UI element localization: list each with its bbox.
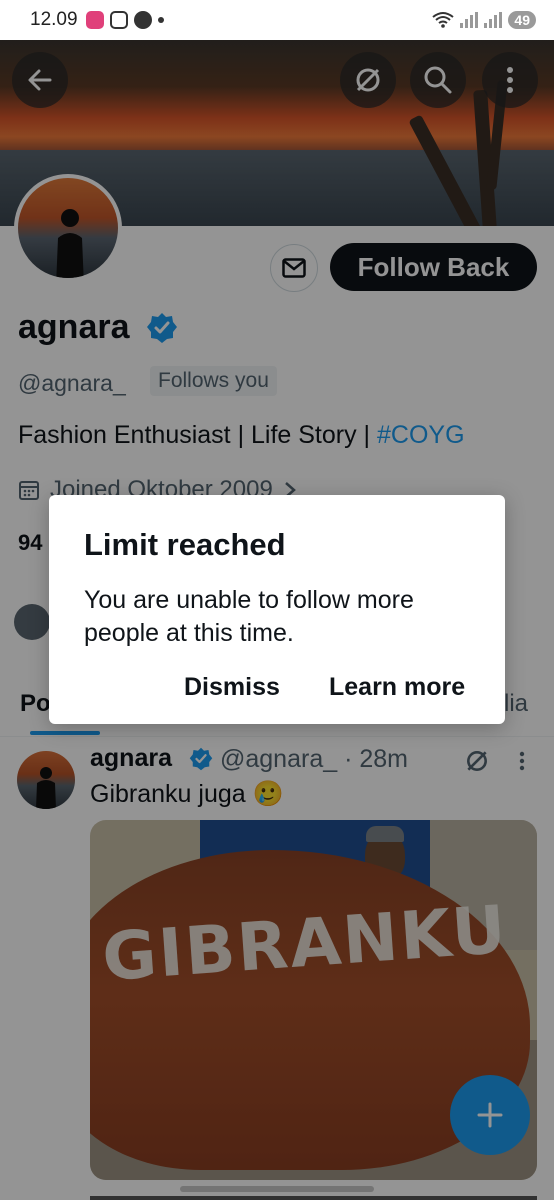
battery-indicator: 49	[508, 11, 536, 29]
signal-icon	[460, 12, 479, 28]
facebook-icon	[133, 11, 152, 29]
signal-icon-2	[484, 12, 503, 28]
dismiss-button[interactable]: Dismiss	[184, 673, 280, 702]
notification-icons	[85, 11, 164, 29]
status-right: 49	[432, 11, 536, 29]
limit-reached-dialog: Limit reached You are unable to follow m…	[49, 495, 505, 724]
instagram-icon	[109, 11, 128, 29]
status-time: 12.09	[30, 9, 78, 30]
learn-more-button[interactable]: Learn more	[329, 673, 465, 702]
dialog-message: You are unable to follow more people at …	[84, 586, 414, 647]
more-notifications-dot-icon	[157, 17, 164, 23]
dialog-title: Limit reached	[84, 527, 286, 562]
app-notification-icon	[85, 11, 104, 29]
wifi-icon	[432, 12, 455, 28]
status-bar: 12.09 49	[0, 0, 554, 40]
